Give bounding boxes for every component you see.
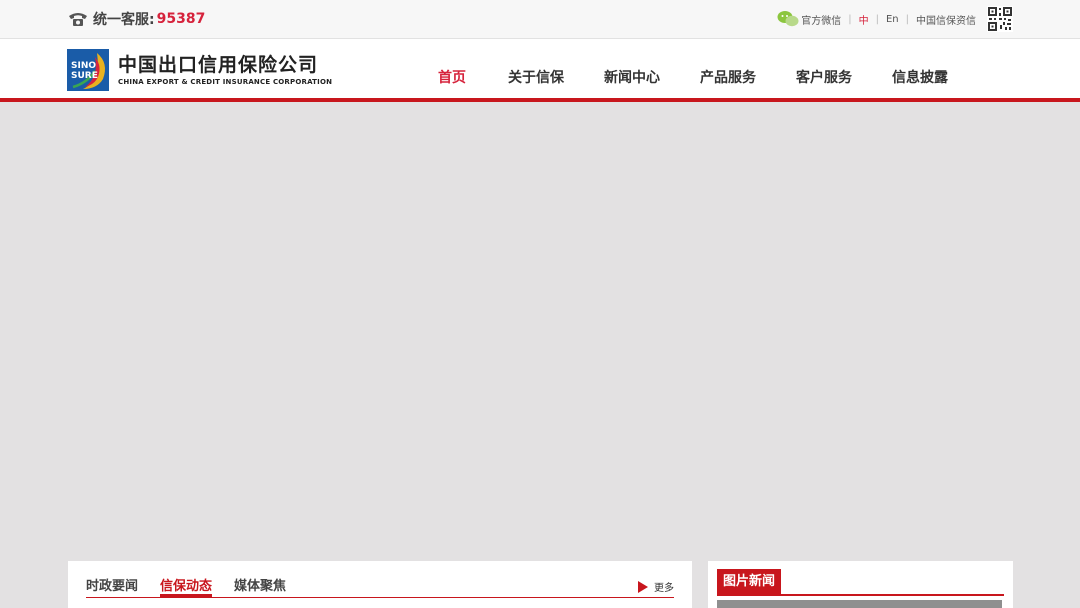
hotline: 统一客服: 95387 <box>68 9 205 29</box>
tab-politics-news[interactable]: 时政要闻 <box>86 575 138 597</box>
news-panel: 时政要闻 信保动态 媒体聚焦 更多 <box>68 561 692 608</box>
more-link[interactable]: 更多 <box>638 579 674 594</box>
separator: | <box>905 13 909 25</box>
nav-item-home[interactable]: 首页 <box>414 66 488 90</box>
svg-text:SURE: SURE <box>71 71 98 81</box>
play-arrow-icon <box>638 580 648 593</box>
wechat-icon <box>777 11 799 27</box>
wechat-link[interactable]: 官方微信 <box>801 12 841 27</box>
nav-item-about[interactable]: 关于信保 <box>488 66 584 90</box>
hotline-label: 统一客服: <box>93 12 155 28</box>
lang-en-link[interactable]: En <box>886 14 899 25</box>
svg-text:SINO: SINO <box>71 61 96 71</box>
more-label: 更多 <box>654 583 674 594</box>
tab-media-focus[interactable]: 媒体聚焦 <box>234 575 286 597</box>
photo-news-title: 图片新闻 <box>717 569 782 594</box>
sinosure-info-link[interactable]: 中国信保资信 <box>916 12 976 27</box>
separator: | <box>875 13 879 25</box>
top-utility-bar: 统一客服: 95387 官方微信 | 中 | En | 中国信保资信 <box>0 0 1080 39</box>
divider <box>86 597 674 598</box>
logo-text: 中国出口信用保险公司 CHINA EXPORT & CREDIT INSURAN… <box>118 54 332 86</box>
top-links: 官方微信 | 中 | En | 中国信保资信 <box>777 5 1014 33</box>
main-nav: 首页 关于信保 新闻中心 产品服务 客户服务 信息披露 <box>414 66 968 90</box>
lang-zh-link[interactable]: 中 <box>859 12 869 27</box>
sinosure-logo-icon: SINO SURE <box>67 49 109 91</box>
nav-item-disclosure[interactable]: 信息披露 <box>872 66 968 90</box>
hotline-number: 95387 <box>156 11 206 27</box>
site-header: SINO SURE 中国出口信用保险公司 CHINA EXPORT & CRED… <box>0 39 1080 102</box>
logo-chinese-name: 中国出口信用保险公司 <box>118 54 319 76</box>
photo-news-panel: 图片新闻 <box>708 561 1013 608</box>
logo-english-name: CHINA EXPORT & CREDIT INSURANCE CORPORAT… <box>118 78 333 86</box>
nav-item-news-center[interactable]: 新闻中心 <box>584 66 680 90</box>
nav-item-products[interactable]: 产品服务 <box>680 66 776 90</box>
phone-icon <box>69 13 87 26</box>
qr-code-icon[interactable] <box>986 5 1014 33</box>
tab-sinosure-updates[interactable]: 信保动态 <box>160 575 213 597</box>
news-tabs: 时政要闻 信保动态 媒体聚焦 <box>86 575 308 597</box>
photo-news-image[interactable] <box>717 600 1002 608</box>
separator: | <box>848 13 852 25</box>
nav-item-customer-service[interactable]: 客户服务 <box>776 66 872 90</box>
hero-banner[interactable] <box>0 102 1080 560</box>
site-logo[interactable]: SINO SURE 中国出口信用保险公司 CHINA EXPORT & CRED… <box>67 49 332 91</box>
photo-news-header: 图片新闻 <box>717 569 1004 596</box>
